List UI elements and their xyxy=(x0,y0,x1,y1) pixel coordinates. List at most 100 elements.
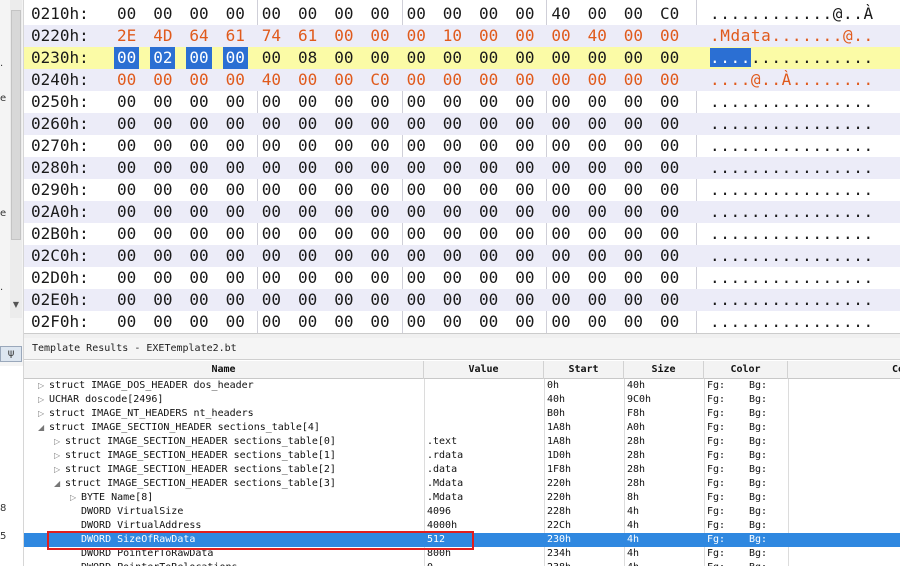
hex-byte[interactable]: 00 xyxy=(370,91,389,113)
hex-row-ascii[interactable]: ................ xyxy=(710,201,900,223)
hex-byte[interactable]: 00 xyxy=(334,135,353,157)
hex-byte[interactable]: 00 xyxy=(660,179,679,201)
hex-byte[interactable]: 00 xyxy=(515,47,534,69)
hex-byte[interactable]: 00 xyxy=(370,311,389,333)
hex-byte[interactable]: 00 xyxy=(226,289,245,311)
hex-byte[interactable]: 00 xyxy=(551,201,570,223)
hex-byte[interactable]: 00 xyxy=(479,223,498,245)
expand-triangle-icon[interactable]: ▷ xyxy=(54,449,60,463)
column-header-value[interactable]: Value xyxy=(424,361,544,379)
hex-byte[interactable]: 00 xyxy=(262,223,281,245)
hex-byte[interactable]: 00 xyxy=(262,135,281,157)
hex-byte[interactable]: 00 xyxy=(443,289,462,311)
hex-byte[interactable]: 61 xyxy=(298,25,317,47)
expand-triangle-icon[interactable]: ▷ xyxy=(54,463,60,477)
hex-byte[interactable]: 00 xyxy=(262,91,281,113)
template-row[interactable]: ▷ struct IMAGE_SECTION_HEADER sections_ta… xyxy=(24,435,900,449)
hex-byte[interactable]: 00 xyxy=(334,69,353,91)
hex-byte[interactable]: 00 xyxy=(407,179,426,201)
hex-byte[interactable]: 00 xyxy=(334,267,353,289)
hex-byte[interactable]: 00 xyxy=(117,3,136,25)
hex-row-ascii[interactable]: ................ xyxy=(710,47,900,69)
hex-byte[interactable]: 00 xyxy=(660,113,679,135)
hex-row-ascii[interactable]: ................ xyxy=(710,157,900,179)
hex-byte[interactable]: 00 xyxy=(407,91,426,113)
hex-byte[interactable]: 00 xyxy=(443,245,462,267)
hex-byte[interactable]: 00 xyxy=(117,267,136,289)
hex-byte[interactable]: 00 xyxy=(551,267,570,289)
hex-byte[interactable]: 00 xyxy=(660,25,679,47)
hex-byte[interactable]: 00 xyxy=(660,289,679,311)
hex-byte[interactable]: 00 xyxy=(660,223,679,245)
hex-byte[interactable]: 00 xyxy=(479,267,498,289)
hex-byte[interactable]: 40 xyxy=(551,3,570,25)
hex-byte[interactable]: 00 xyxy=(334,47,353,69)
hex-byte[interactable]: 74 xyxy=(262,25,281,47)
hex-byte[interactable]: 00 xyxy=(153,157,172,179)
hex-byte[interactable]: 00 xyxy=(588,223,607,245)
hex-byte[interactable]: 00 xyxy=(479,157,498,179)
hex-byte[interactable]: 00 xyxy=(298,201,317,223)
hex-byte[interactable]: 00 xyxy=(515,245,534,267)
hex-byte[interactable]: 00 xyxy=(226,3,245,25)
hex-byte[interactable]: 00 xyxy=(370,223,389,245)
column-header-start[interactable]: Start xyxy=(544,361,624,379)
hex-byte[interactable]: 00 xyxy=(117,201,136,223)
hex-byte[interactable]: 00 xyxy=(479,179,498,201)
hex-byte[interactable]: 00 xyxy=(189,91,208,113)
hex-byte[interactable]: 00 xyxy=(479,201,498,223)
column-header-color[interactable]: Color xyxy=(704,361,788,379)
hex-byte[interactable]: 00 xyxy=(515,267,534,289)
hex-byte[interactable]: C0 xyxy=(660,3,679,25)
hex-byte[interactable]: 00 xyxy=(370,113,389,135)
hex-byte[interactable]: 00 xyxy=(189,311,208,333)
collapse-triangle-icon[interactable]: ◢ xyxy=(38,421,44,435)
hex-row[interactable]: 0240h: 00 00 00 00 40 00 00 C0 00 00 00 00 00 00 00 00..… xyxy=(24,69,900,91)
hex-byte[interactable]: 00 xyxy=(226,311,245,333)
column-header-comment[interactable]: Comme xyxy=(788,361,900,379)
template-row[interactable]: ◢ struct IMAGE_SECTION_HEADER sections_ta… xyxy=(24,421,900,435)
hex-byte[interactable]: 00 xyxy=(515,201,534,223)
hex-byte[interactable]: 00 xyxy=(515,3,534,25)
hex-byte[interactable]: 00 xyxy=(153,201,172,223)
hex-byte[interactable]: 00 xyxy=(153,91,172,113)
hex-byte[interactable]: 00 xyxy=(407,245,426,267)
hex-byte[interactable]: 00 xyxy=(262,201,281,223)
hex-byte[interactable]: 00 xyxy=(298,179,317,201)
hex-byte[interactable]: 00 xyxy=(226,113,245,135)
hex-byte[interactable]: 00 xyxy=(298,267,317,289)
hex-byte[interactable]: 00 xyxy=(226,157,245,179)
hex-byte[interactable]: 00 xyxy=(479,245,498,267)
hex-byte[interactable]: 00 xyxy=(443,179,462,201)
hex-byte[interactable]: 00 xyxy=(479,47,498,69)
hex-byte[interactable]: 00 xyxy=(153,113,172,135)
hex-byte[interactable]: 00 xyxy=(226,179,245,201)
hex-byte[interactable]: 00 xyxy=(117,69,136,91)
hex-byte[interactable]: 00 xyxy=(407,157,426,179)
hex-byte[interactable]: 2E xyxy=(117,25,136,47)
template-row[interactable]: ▷ BYTE Name[8] .Mdata 220h 8h Fg: Bg: xyxy=(24,491,900,505)
hex-byte[interactable]: 00 xyxy=(515,69,534,91)
hex-row-ascii[interactable]: ................ xyxy=(710,91,900,113)
hex-byte[interactable]: 00 xyxy=(660,69,679,91)
hex-byte[interactable]: 00 xyxy=(226,69,245,91)
hex-byte[interactable]: 00 xyxy=(370,245,389,267)
hex-row[interactable]: 02B0h: 00 00 00 00 00 00 00 00 00 00 00 00 00 00 00 00..… xyxy=(24,223,900,245)
hex-byte[interactable]: 00 xyxy=(226,245,245,267)
template-row[interactable]: ▷ struct IMAGE_DOS_HEADER dos_header 0h 40h… xyxy=(24,379,900,393)
hex-row[interactable]: 0210h: 00 00 00 00 00 00 00 00 00 00 00 00 40 00 00 C0..… xyxy=(24,3,900,25)
pin-panel-button[interactable]: ψ xyxy=(0,346,22,362)
hex-byte[interactable]: 00 xyxy=(551,113,570,135)
hex-byte[interactable]: 00 xyxy=(226,201,245,223)
hex-byte[interactable]: 00 xyxy=(588,113,607,135)
hex-byte[interactable]: 00 xyxy=(226,267,245,289)
hex-byte[interactable]: 00 xyxy=(407,135,426,157)
hex-byte[interactable]: 00 xyxy=(334,201,353,223)
template-row[interactable]: ◢ struct IMAGE_SECTION_HEADER sections_ta… xyxy=(24,477,900,491)
hex-byte[interactable]: 00 xyxy=(189,135,208,157)
hex-byte[interactable]: 00 xyxy=(624,25,643,47)
hex-byte[interactable]: 00 xyxy=(189,245,208,267)
hex-row[interactable]: 0290h: 00 00 00 00 00 00 00 00 00 00 00 00 00 00 00 00..… xyxy=(24,179,900,201)
hex-byte[interactable]: 00 xyxy=(515,289,534,311)
hex-row-ascii[interactable]: ................ xyxy=(710,245,900,267)
